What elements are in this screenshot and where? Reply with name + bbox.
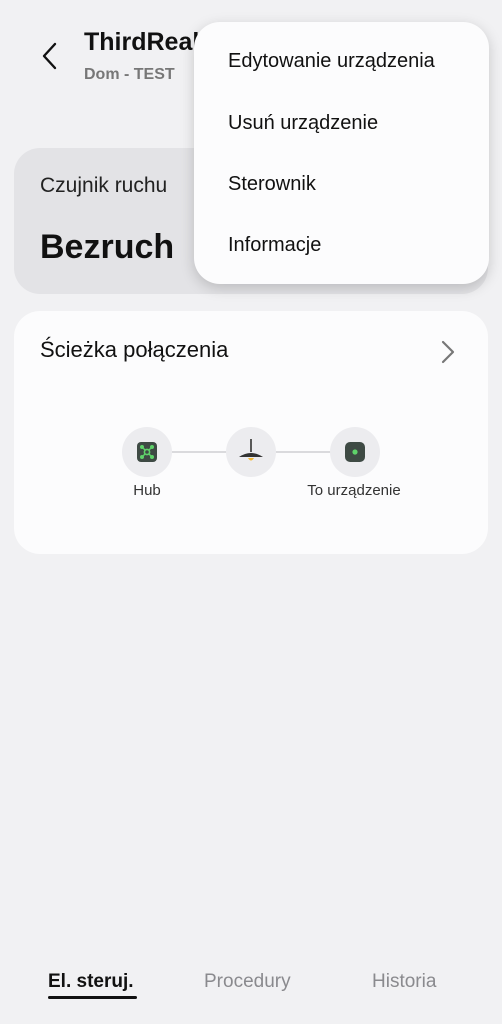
menu-item-edit-device[interactable]: Edytowanie urządzenia <box>228 50 435 73</box>
menu-item-remove-device[interactable]: Usuń urządzenie <box>228 112 378 135</box>
path-node-device <box>330 427 380 477</box>
chevron-right-icon[interactable] <box>438 339 458 365</box>
tab-routines[interactable]: Procedury <box>204 971 291 993</box>
menu-item-information[interactable]: Informacje <box>228 234 321 257</box>
connection-path-card[interactable]: Ścieżka połączenia Hub To urządzenie <box>14 311 488 554</box>
back-button[interactable] <box>34 38 64 74</box>
tab-history[interactable]: Historia <box>372 971 436 993</box>
device-title: ThirdReality <box>84 28 204 56</box>
device-page: ThirdReality Dom - TEST Czujnik ruchu Be… <box>0 0 502 1024</box>
device-location: Dom - TEST <box>84 66 175 83</box>
overflow-menu: Edytowanie urządzenia Usuń urządzenie St… <box>194 22 489 284</box>
path-node-hub <box>122 427 172 477</box>
tab-controls[interactable]: El. steruj. <box>48 971 134 993</box>
status-label: Czujnik ruchu <box>40 174 168 197</box>
path-node-label: To urządzenie <box>307 482 401 499</box>
hub-icon <box>137 442 157 462</box>
path-node-label: Hub <box>133 482 161 499</box>
active-tab-indicator <box>48 996 137 999</box>
path-node-lamp <box>226 427 276 477</box>
chevron-left-icon <box>42 42 57 70</box>
status-value: Bezruch <box>40 228 175 266</box>
device-icon <box>345 442 365 462</box>
lamp-icon <box>239 439 263 461</box>
menu-item-driver[interactable]: Sterownik <box>228 173 316 196</box>
connection-path-title: Ścieżka połączenia <box>40 337 229 362</box>
